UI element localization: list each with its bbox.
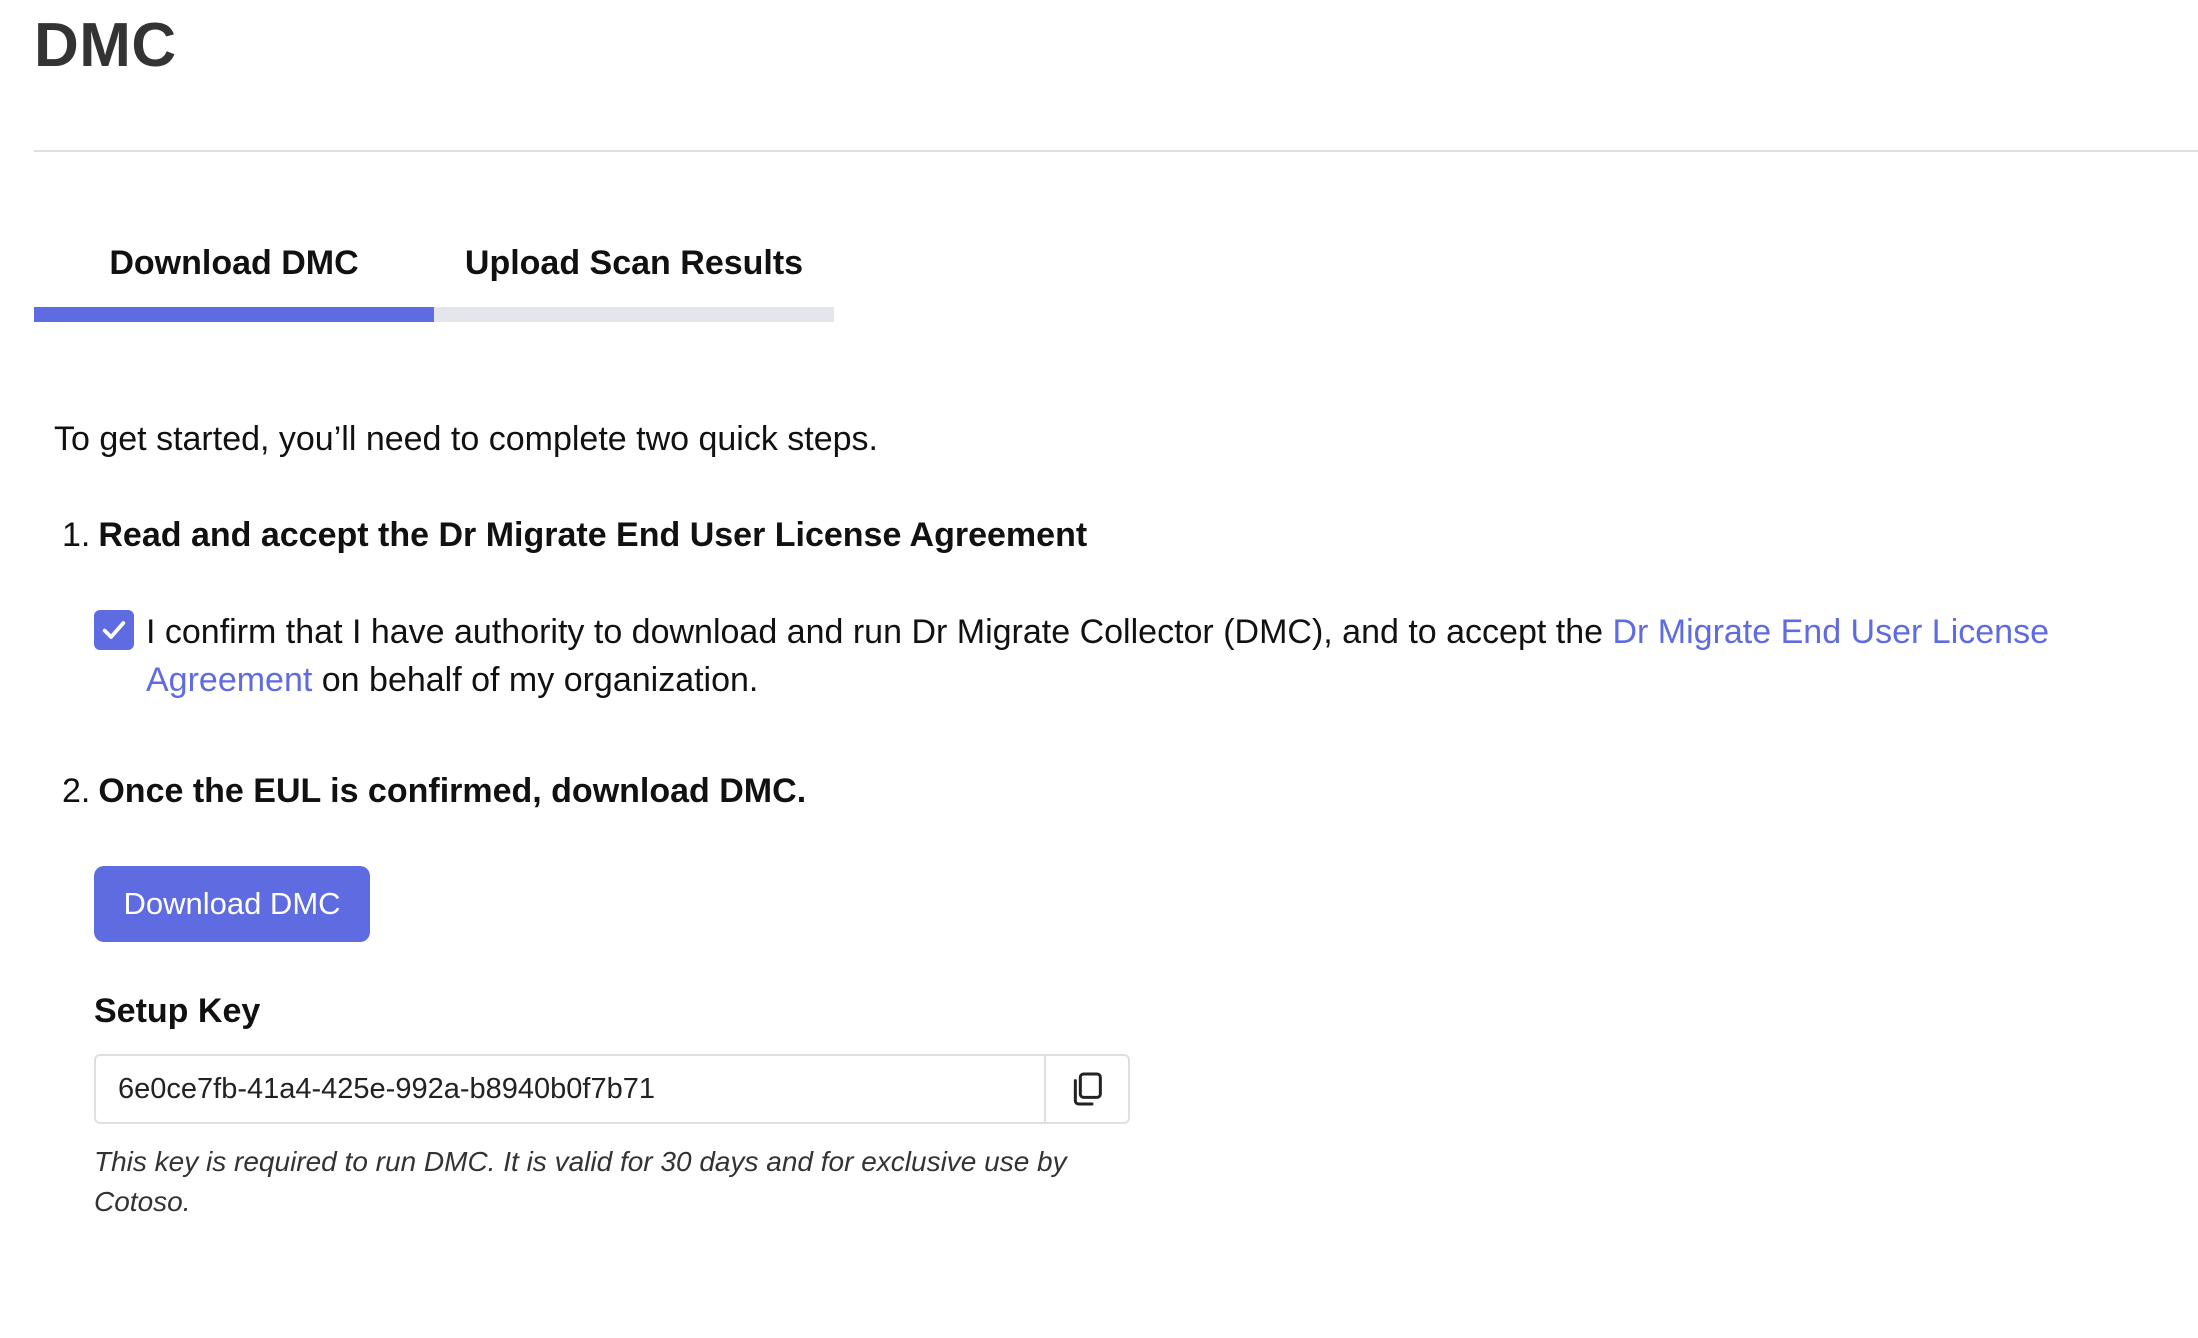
eula-checkbox[interactable] bbox=[94, 610, 134, 650]
eula-confirm-text-before: I confirm that I have authority to downl… bbox=[146, 613, 1613, 651]
copy-key-button[interactable] bbox=[1044, 1056, 1128, 1122]
step-1-number: 1. bbox=[62, 516, 91, 554]
tab-download-dmc[interactable]: Download DMC bbox=[34, 230, 434, 322]
eula-confirm-label: I confirm that I have authority to downl… bbox=[146, 608, 2166, 704]
setup-key-note: This key is required to run DMC. It is v… bbox=[94, 1146, 1067, 1217]
step-1-title: Read and accept the Dr Migrate End User … bbox=[98, 516, 1088, 554]
page: DMC Download DMC Upload Scan Results To … bbox=[0, 0, 2198, 1338]
tab-upload-scan-results[interactable]: Upload Scan Results bbox=[434, 230, 834, 322]
step-1-heading: 1. Read and accept the Dr Migrate End Use… bbox=[62, 516, 1087, 555]
step-2-heading: 2. Once the EUL is confirmed, download DM… bbox=[62, 772, 806, 811]
page-title: DMC bbox=[34, 11, 177, 80]
step-2-number: 2. bbox=[62, 772, 91, 810]
copy-icon bbox=[1073, 1072, 1102, 1106]
step-2-title: Once the EUL is confirmed, download DMC. bbox=[98, 772, 807, 810]
setup-key-field bbox=[94, 1054, 1130, 1124]
setup-key-input[interactable] bbox=[96, 1056, 1044, 1122]
title-divider bbox=[34, 150, 2198, 152]
download-dmc-button[interactable]: Download DMC bbox=[94, 866, 370, 942]
tab-bar: Download DMC Upload Scan Results bbox=[34, 230, 834, 322]
check-icon bbox=[102, 621, 126, 639]
setup-key-label: Setup Key bbox=[94, 992, 261, 1030]
eula-confirm-text-after: on behalf of my organization. bbox=[312, 661, 759, 699]
intro-text: To get started, you’ll need to complete … bbox=[54, 420, 879, 458]
